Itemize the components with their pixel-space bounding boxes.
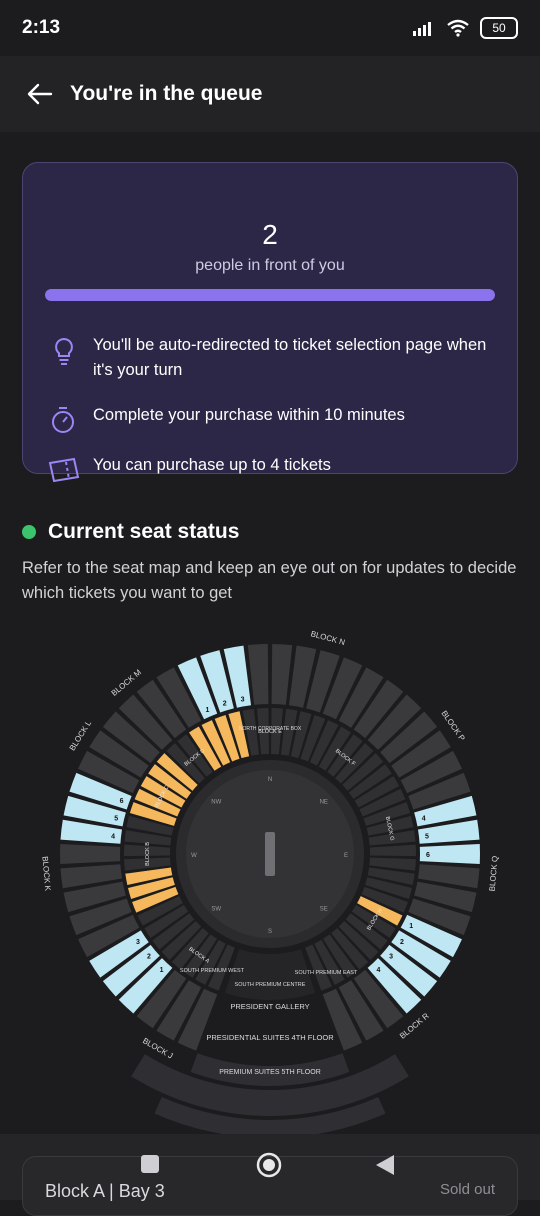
circle-home-icon[interactable] — [256, 1152, 282, 1178]
seat-status-heading: Current seat status — [22, 520, 239, 544]
info-row-redirect: You'll be auto-redirected to ticket sele… — [47, 333, 503, 383]
compass-label: NE — [320, 799, 328, 805]
ticket-icon — [48, 457, 80, 483]
outer-bay[interactable] — [59, 843, 121, 865]
info-row-time-limit: Complete your purchase within 10 minutes — [47, 403, 503, 437]
info-row-ticket-limit: You can purchase up to 4 tickets — [47, 453, 503, 487]
page-title: You're in the queue — [70, 82, 263, 105]
triangle-back-icon[interactable] — [374, 1154, 396, 1176]
bay-number: 5 — [114, 816, 118, 823]
system-nav-bar — [0, 1134, 540, 1200]
lightbulb-icon — [55, 337, 73, 365]
bay-number: 1 — [205, 707, 209, 714]
bay-number: 3 — [241, 696, 245, 703]
stand-label: PREMIUM SUITES 5TH FLOOR — [219, 1069, 321, 1076]
info-text-redirect: You'll be auto-redirected to ticket sele… — [93, 336, 487, 379]
bay-number: 2 — [147, 954, 151, 961]
compass-label: S — [268, 929, 272, 935]
outer-block-label: BLOCK K — [40, 856, 52, 892]
outer-bay[interactable] — [271, 644, 293, 705]
cricket-pitch — [265, 832, 275, 876]
inner-bay[interactable] — [369, 844, 416, 857]
queue-card: 2 people in front of you You'll be auto-… — [22, 162, 518, 483]
seat-status-description: Refer to the seat map and keep an eye ou… — [22, 559, 517, 602]
outer-block-label: BLOCK R — [398, 1011, 431, 1041]
info-text-time-limit: Complete your purchase within 10 minutes — [93, 406, 405, 424]
stand-label: SOUTH PREMIUM CENTRE — [235, 982, 306, 988]
app-bar: You're in the queue — [0, 56, 540, 132]
stand-label: PRESIDENTIAL SUITES 4TH FLOOR — [206, 1033, 334, 1042]
seat-status-title: Current seat status — [48, 520, 240, 543]
queue-progress-bar — [45, 289, 495, 301]
live-status-dot — [22, 525, 36, 539]
bottom-sheet: Block A | Bay 3 Sold out — [0, 1134, 540, 1216]
outer-block-label: BLOCK N — [310, 629, 346, 647]
inner-block-label: BLOCK B — [145, 842, 151, 866]
stand-label: NORTH CORPORATE BOX — [239, 726, 302, 732]
bay-number: 1 — [409, 923, 413, 930]
status-time: 2:13 — [22, 17, 61, 38]
info-text-ticket-limit: You can purchase up to 4 tickets — [93, 456, 331, 474]
bay-number: 3 — [136, 939, 140, 946]
bay-number: 4 — [422, 816, 426, 823]
bay-number: 2 — [223, 701, 227, 708]
compass-label: E — [344, 853, 348, 859]
bay-number: 5 — [425, 834, 429, 841]
stand-label: PRESIDENT GALLERY — [230, 1002, 309, 1011]
outer-block-label: BLOCK Q — [488, 855, 500, 891]
queue-count: 2 — [262, 219, 278, 250]
back-button[interactable] — [16, 70, 64, 118]
signal-icon — [413, 22, 431, 36]
wifi-icon — [447, 19, 469, 37]
stand-label: SOUTH PREMIUM EAST — [295, 970, 358, 976]
content: 2 people in front of you You'll be auto-… — [0, 132, 540, 1134]
bay-number: 6 — [120, 798, 124, 805]
outer-bay[interactable] — [247, 644, 269, 705]
compass-label: N — [268, 777, 272, 783]
stadium-seat-map[interactable]: NNEESESSWWNWBLOCK MBLOCK NBLOCK PBLOCK Q… — [20, 622, 520, 1134]
compass-label: W — [191, 853, 197, 859]
battery-icon: 50 — [480, 17, 518, 39]
stand-label: SOUTH PREMIUM WEST — [180, 968, 245, 974]
bay-number: 1 — [160, 967, 164, 974]
queue-progress-fill — [45, 289, 495, 301]
bay-number: 2 — [400, 939, 404, 946]
status-bar: 2:13 50 — [0, 0, 540, 56]
compass-label: SW — [211, 907, 221, 913]
bay-number: 4 — [111, 834, 115, 841]
square-icon[interactable] — [140, 1154, 160, 1174]
compass-label: NW — [211, 799, 221, 805]
stopwatch-icon — [52, 407, 74, 433]
bay-number: 3 — [389, 954, 393, 961]
arrow-left-icon — [27, 83, 53, 105]
queue-caption: people in front of you — [195, 257, 345, 274]
status-icons: 50 — [412, 17, 518, 39]
compass-label: SE — [320, 907, 328, 913]
bay-number: 6 — [426, 852, 430, 859]
bay-number: 4 — [376, 967, 380, 974]
